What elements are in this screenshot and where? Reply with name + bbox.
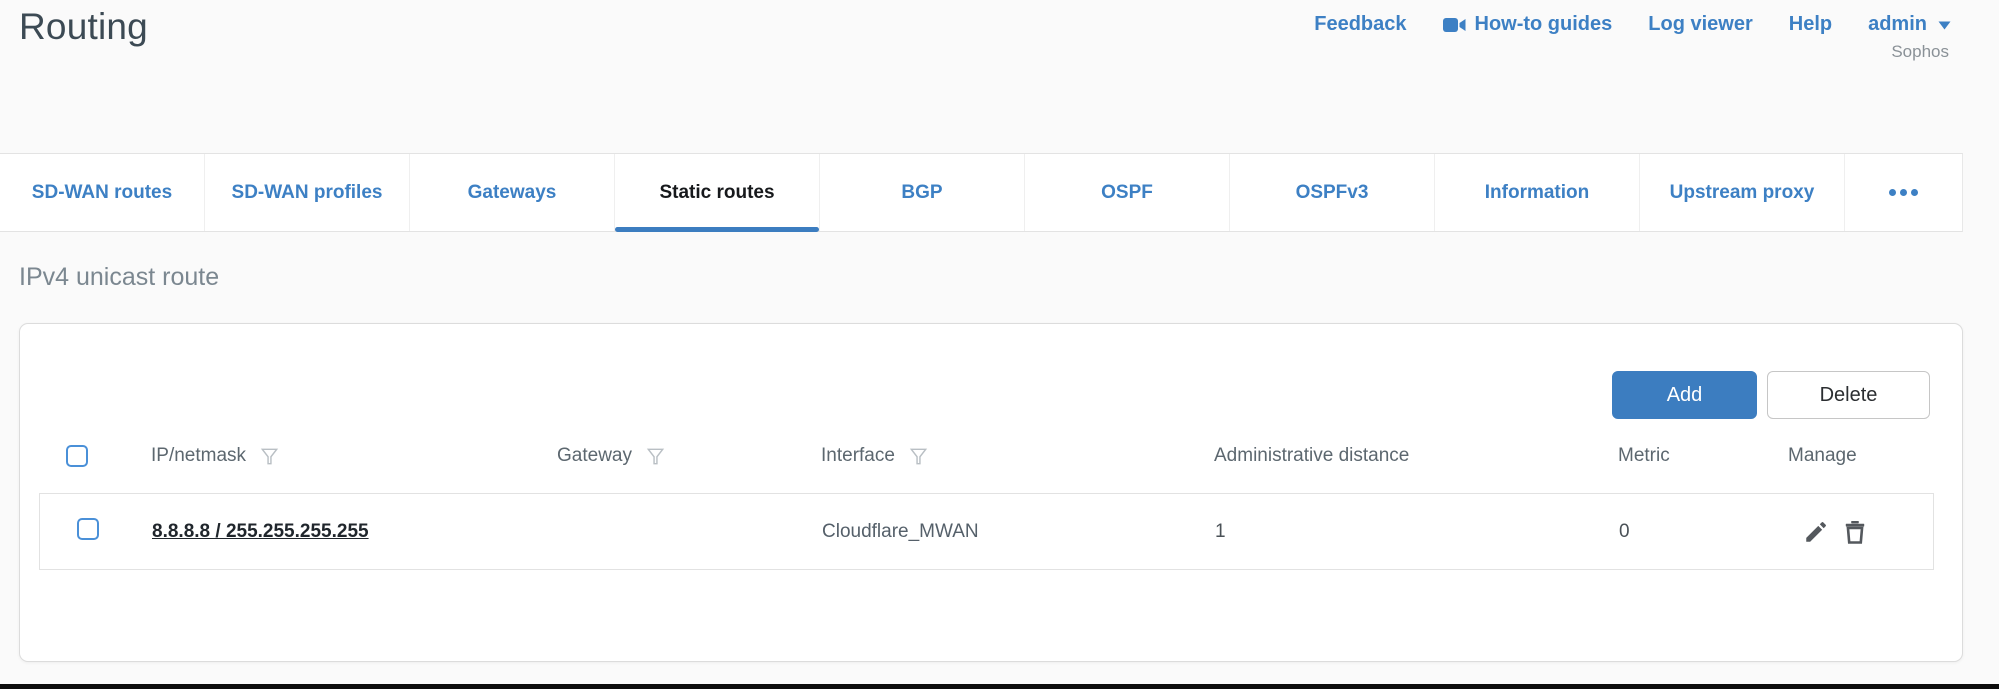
delete-button[interactable]: Delete [1767,371,1930,419]
column-header-label: IP/netmask [151,445,246,467]
tab-label: OSPFv3 [1296,182,1369,204]
route-metric-value: 0 [1619,521,1789,543]
tab-label: OSPF [1101,182,1153,204]
section-heading: IPv4 unicast route [19,263,219,292]
routing-tabbar: SD-WAN routes SD-WAN profiles Gateways S… [0,153,1963,232]
log-viewer-link[interactable]: Log viewer [1648,13,1752,36]
filter-icon[interactable] [907,445,930,468]
tab-sd-wan-routes[interactable]: SD-WAN routes [0,154,205,231]
column-header-label: Manage [1788,445,1857,467]
top-header: Routing Feedback How-to guides Log viewe… [0,0,1999,120]
tab-sd-wan-profiles[interactable]: SD-WAN profiles [205,154,410,231]
tab-ospf[interactable]: OSPF [1025,154,1230,231]
tab-static-routes[interactable]: Static routes [615,154,820,231]
route-administrative-distance-value: 1 [1215,521,1619,543]
column-header-ip-netmask: IP/netmask [151,445,557,468]
tab-label: Upstream proxy [1670,182,1815,204]
column-header-label: Gateway [557,445,632,467]
howto-guides-link[interactable]: How-to guides [1443,13,1613,36]
route-interface-value: Cloudflare_MWAN [822,521,1215,543]
trash-icon[interactable] [1842,519,1868,545]
tab-label: BGP [901,182,942,204]
column-header-metric: Metric [1618,445,1788,467]
tab-label: Static routes [659,182,774,204]
column-header-manage: Manage [1788,445,1960,467]
column-header-interface: Interface [821,445,1214,468]
log-viewer-label: Log viewer [1648,13,1752,36]
ellipsis-icon [1900,189,1907,196]
ellipsis-icon [1889,189,1896,196]
ellipsis-icon [1911,189,1918,196]
page-title: Routing [19,6,148,48]
admin-menu-label: admin [1868,13,1927,36]
org-label: Sophos [1314,42,1951,62]
table-row: 8.8.8.8 / 255.255.255.255 Cloudflare_MWA… [39,493,1934,570]
row-checkbox[interactable] [77,518,99,540]
more-tabs-button[interactable] [1845,154,1962,231]
tab-bgp[interactable]: BGP [820,154,1025,231]
column-header-label: Interface [821,445,895,467]
tab-label: SD-WAN routes [32,182,172,204]
admin-menu[interactable]: admin [1868,13,1951,36]
chevron-down-icon [1938,13,1951,36]
column-header-label: Metric [1618,445,1670,467]
tab-label: Gateways [468,182,557,204]
static-routes-card: Add Delete IP/netmask Gateway Interface … [19,323,1963,662]
filter-icon[interactable] [644,445,667,468]
tab-information[interactable]: Information [1435,154,1640,231]
howto-guides-label: How-to guides [1475,13,1613,36]
filter-icon[interactable] [258,445,281,468]
edit-icon[interactable] [1803,519,1829,545]
tab-label: SD-WAN profiles [232,182,383,204]
feedback-link[interactable]: Feedback [1314,13,1406,36]
tab-ospfv3[interactable]: OSPFv3 [1230,154,1435,231]
help-link[interactable]: Help [1789,13,1832,36]
select-all-checkbox[interactable] [66,445,88,467]
table-actions: Add Delete [1612,371,1930,419]
column-header-gateway: Gateway [557,445,821,468]
help-label: Help [1789,13,1832,36]
column-header-label: Administrative distance [1214,445,1409,467]
tab-upstream-proxy[interactable]: Upstream proxy [1640,154,1845,231]
table-header-row: IP/netmask Gateway Interface Administrat… [20,438,1960,474]
window-bottom-edge [0,684,1999,689]
feedback-link-label: Feedback [1314,13,1406,36]
route-ip-netmask-link[interactable]: 8.8.8.8 / 255.255.255.255 [152,521,369,542]
video-camera-icon [1443,17,1466,33]
tab-label: Information [1485,182,1590,204]
top-nav: Feedback How-to guides Log viewer Help a… [1314,13,1951,62]
tab-gateways[interactable]: Gateways [410,154,615,231]
add-button[interactable]: Add [1612,371,1757,419]
column-header-administrative-distance: Administrative distance [1214,445,1618,467]
